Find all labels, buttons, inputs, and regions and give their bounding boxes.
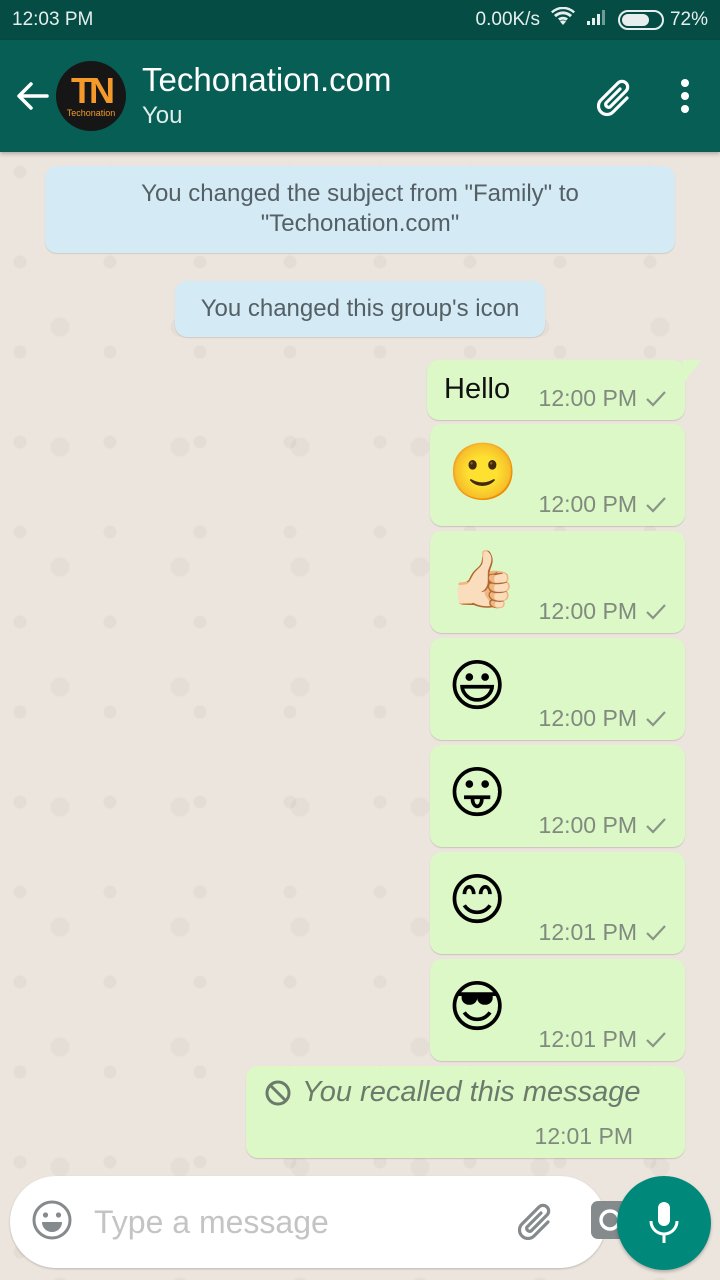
single-check-icon xyxy=(646,710,666,727)
recalled-message: You recalled this message xyxy=(264,1076,641,1109)
voice-record-button[interactable] xyxy=(617,1176,711,1270)
battery-fill xyxy=(621,14,650,26)
emoji-button[interactable] xyxy=(30,1198,74,1247)
message-input[interactable] xyxy=(94,1203,514,1241)
message-bubble[interactable]: 😛 12:00 PM xyxy=(430,745,685,847)
system-message-text: "Techonation.com" xyxy=(260,210,460,237)
recalled-message-text: You recalled this message xyxy=(302,1076,641,1108)
wifi-icon xyxy=(550,6,576,33)
back-button[interactable] xyxy=(0,40,56,152)
system-message: You changed the subject from "Family" to… xyxy=(45,166,675,253)
smiling-eyes-emoji: 😊 xyxy=(448,868,507,931)
message-meta: 12:00 PM xyxy=(539,705,667,732)
attach-button[interactable] xyxy=(580,61,650,131)
slightly-smiling-face-emoji: 🙂 xyxy=(448,440,518,503)
message-meta: 12:01 PM xyxy=(535,1123,633,1150)
message-text: Hello xyxy=(444,373,511,405)
back-arrow-icon xyxy=(17,82,49,110)
bubble-tail xyxy=(683,360,701,384)
message-time: 12:01 PM xyxy=(534,1123,633,1149)
paperclip-icon xyxy=(596,79,630,117)
avatar-logo: TN xyxy=(71,70,115,111)
paperclip-icon xyxy=(517,1203,551,1240)
chat-title-block[interactable]: Techonation.com You xyxy=(142,60,580,132)
more-vert-icon xyxy=(681,79,689,113)
system-message: You changed this group's icon xyxy=(175,281,545,337)
network-speed: 0.00K/s xyxy=(475,9,540,30)
message-meta: 12:00 PM xyxy=(539,598,667,625)
system-message-text: You changed the subject from "Family" to xyxy=(141,180,579,207)
message-bubble[interactable]: 😊 12:01 PM xyxy=(430,852,685,954)
message-time: 12:00 PM xyxy=(538,491,637,517)
message-meta: 12:01 PM xyxy=(539,919,667,946)
message-bubble[interactable]: 😎 12:01 PM xyxy=(430,959,685,1061)
grinning-face-emoji: 😃 xyxy=(448,654,507,717)
battery-percent: 72% xyxy=(669,9,708,30)
chat-title: Techonation.com xyxy=(142,61,392,98)
single-check-icon xyxy=(646,1031,666,1048)
blocked-icon xyxy=(265,1080,291,1105)
header-actions xyxy=(580,61,720,131)
chat-header: TN Techonation Techonation.com You xyxy=(0,40,720,152)
message-bubble[interactable]: 🙂 12:00 PM xyxy=(430,424,685,526)
more-options-button[interactable] xyxy=(650,61,720,131)
battery-indicator: 72% xyxy=(617,9,708,31)
chat-area[interactable]: You changed the subject from "Family" to… xyxy=(0,152,720,1280)
battery-icon xyxy=(617,10,664,30)
single-check-icon xyxy=(646,924,666,941)
message-bubble[interactable]: 👍🏻 12:00 PM xyxy=(430,531,685,633)
message-meta: 12:00 PM xyxy=(539,491,667,518)
message-meta: 12:00 PM xyxy=(539,812,667,839)
system-message-text: You changed this group's icon xyxy=(200,295,520,322)
chat-subtitle: You xyxy=(142,102,183,129)
message-time: 12:01 PM xyxy=(538,1026,637,1052)
signal-icon xyxy=(586,8,608,32)
message-time: 12:00 PM xyxy=(538,385,637,411)
message-time: 12:01 PM xyxy=(538,919,637,945)
message-bubble[interactable]: Hello 12:00 PM xyxy=(427,360,701,420)
message-meta: 12:00 PM xyxy=(539,385,667,412)
single-check-icon xyxy=(646,817,666,834)
face-with-tongue-emoji: 😛 xyxy=(448,761,507,824)
message-composer xyxy=(10,1176,629,1268)
single-check-icon xyxy=(646,496,666,513)
status-bar: 12:03 PM 0.00K/s 72% xyxy=(0,0,720,40)
thumbs-up-emoji: 👍🏻 xyxy=(448,547,518,610)
emoji-icon xyxy=(32,1200,72,1239)
recalled-message-bubble[interactable]: You recalled this message 12:01 PM xyxy=(246,1066,685,1158)
status-indicators: 0.00K/s 72% xyxy=(475,6,708,33)
message-bubble[interactable]: 😃 12:00 PM xyxy=(430,638,685,740)
group-avatar[interactable]: TN Techonation xyxy=(56,61,126,131)
sunglasses-emoji: 😎 xyxy=(448,975,507,1038)
avatar-brand: Techonation xyxy=(66,108,116,118)
message-time: 12:00 PM xyxy=(538,705,637,731)
message-time: 12:00 PM xyxy=(538,598,637,624)
attach-file-button[interactable] xyxy=(514,1198,558,1247)
microphone-icon xyxy=(649,1202,679,1243)
single-check-icon xyxy=(646,390,666,407)
status-time: 12:03 PM xyxy=(12,9,94,30)
message-meta: 12:01 PM xyxy=(539,1026,667,1053)
message-time: 12:00 PM xyxy=(538,812,637,838)
single-check-icon xyxy=(646,603,666,620)
